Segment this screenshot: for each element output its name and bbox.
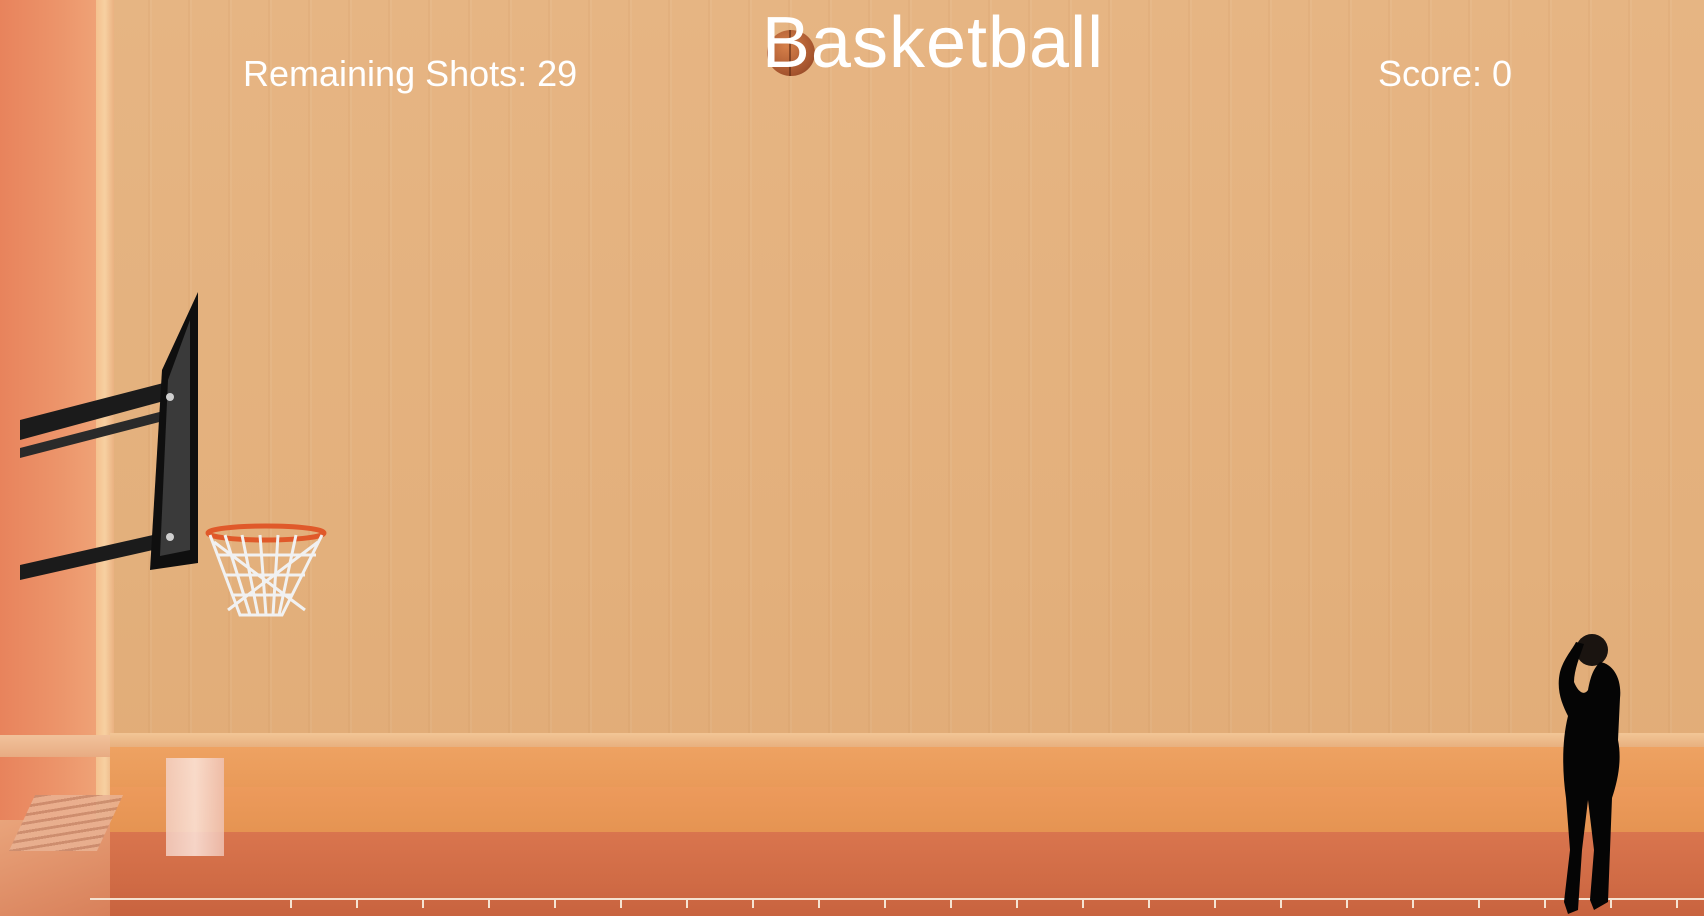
wainscot bbox=[110, 747, 1704, 787]
court-line-ticks bbox=[290, 898, 1704, 908]
baseboard bbox=[110, 787, 1704, 832]
remaining-shots: Remaining Shots: 29 bbox=[243, 53, 578, 94]
wall-panels bbox=[110, 0, 1704, 740]
padded-post bbox=[166, 758, 224, 856]
corner-ledge bbox=[0, 735, 110, 757]
basketball-hoop-icon bbox=[20, 292, 327, 617]
game-canvas[interactable]: Basketball Remaining Shots: 29 Score: 0 bbox=[0, 0, 1704, 916]
score: Score: 0 bbox=[1378, 53, 1513, 94]
wall-rail bbox=[110, 733, 1704, 747]
player-silhouette-icon bbox=[1558, 634, 1621, 914]
